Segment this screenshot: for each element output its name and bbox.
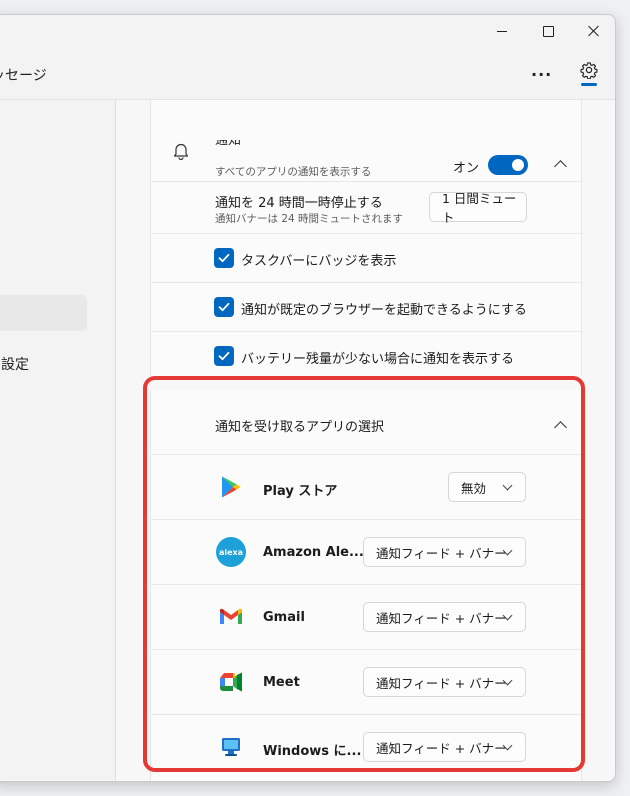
windows-link-setting-dropdown[interactable]: 通知フィード + バナー <box>363 732 526 762</box>
app-name: Windows に... <box>263 744 362 759</box>
play-store-icon <box>215 471 247 503</box>
dropdown-value: 通知フィード + バナー <box>376 675 507 691</box>
checkbox-row: タスクバーにバッジを表示 <box>151 234 581 283</box>
settings-button[interactable] <box>575 61 603 97</box>
left-nav-selected-item[interactable] <box>0 295 87 331</box>
dropdown-value: 通知フィード + バナー <box>376 545 507 561</box>
app-selection-header[interactable]: 通知を受け取るアプリの選択 <box>151 390 581 455</box>
app-row-gmail: Gmail 通知フィード + バナー <box>151 585 581 650</box>
title-bar <box>0 15 615 47</box>
app-name: Gmail <box>263 610 305 625</box>
low-battery-checkbox[interactable] <box>214 346 234 366</box>
left-nav-item-label[interactable]: 設定 <box>1 354 29 374</box>
checkbox-row: 通知が既定のブラウザーを起動できるようにする <box>151 283 581 332</box>
checkmark-icon <box>218 351 230 361</box>
app-row-amazon-alexa: alexa Amazon Ale... 通知フィード + バナー <box>151 520 581 585</box>
meet-setting-dropdown[interactable]: 通知フィード + バナー <box>363 667 526 697</box>
left-nav-pane: 設定 <box>0 100 116 781</box>
notifications-row[interactable]: 通知 すべてのアプリの通知を表示する オン <box>151 100 581 182</box>
notifications-toggle-label: オン <box>453 161 480 176</box>
app-row-play-store: Play ストア 無効 <box>151 455 581 520</box>
checkmark-icon <box>218 302 230 312</box>
active-tab-indicator <box>581 83 597 86</box>
app-row-meet: Meet 通知フィード + バナー <box>151 650 581 715</box>
header-bar: ッセージ ··· <box>0 47 615 99</box>
toggle-group: オン <box>151 155 581 177</box>
taskbar-badge-label: タスクバーにバッジを表示 <box>241 254 397 269</box>
close-button[interactable] <box>571 15 615 47</box>
notifications-card: 通知 すべてのアプリの通知を表示する オン 通知を 24 時間一時停止する 通知… <box>150 100 582 380</box>
checkbox-row: バッテリー残量が少ない場合に通知を表示する <box>151 332 581 380</box>
app-name: Meet <box>263 675 300 690</box>
chevron-up-icon[interactable] <box>554 421 567 434</box>
more-options-button[interactable]: ··· <box>531 65 552 84</box>
chevron-down-icon <box>502 480 513 491</box>
dropdown-value: 通知フィード + バナー <box>376 610 507 626</box>
pause-subtitle: 通知バナーは 24 時間ミュートされます <box>215 213 404 225</box>
app-row-windows-link: Windows に... 通知フィード + バナー <box>151 715 581 779</box>
gmail-setting-dropdown[interactable]: 通知フィード + バナー <box>363 602 526 632</box>
pause-notifications-row: 通知を 24 時間一時停止する 通知バナーは 24 時間ミュートされます 1 日… <box>151 182 581 234</box>
alexa-icon-text: alexa <box>216 537 246 567</box>
taskbar-badge-checkbox[interactable] <box>214 248 234 268</box>
notifications-title: 通知 <box>215 140 242 148</box>
dropdown-value: 通知フィード + バナー <box>376 740 507 756</box>
app-name: Play ストア <box>263 484 338 499</box>
checkmark-icon <box>218 253 230 263</box>
minimize-button[interactable] <box>479 15 525 47</box>
play-store-setting-dropdown[interactable]: 無効 <box>448 472 526 502</box>
alexa-setting-dropdown[interactable]: 通知フィード + バナー <box>363 537 526 567</box>
gear-icon <box>580 62 598 79</box>
browser-launch-checkbox[interactable] <box>214 297 234 317</box>
maximize-button[interactable] <box>525 15 571 47</box>
notifications-toggle[interactable] <box>488 155 528 175</box>
browser-launch-label: 通知が既定のブラウザーを起動できるようにする <box>241 303 527 318</box>
mute-one-day-button[interactable]: 1 日間ミュート <box>429 191 527 225</box>
maximize-icon <box>542 25 554 37</box>
gmail-icon <box>215 601 247 633</box>
app-selection-card: 通知を受け取るアプリの選択 Play ストア 無効 alexa Amazon A… <box>150 390 582 781</box>
windows-link-icon <box>215 731 247 763</box>
minimize-icon <box>497 30 507 32</box>
app-name: Amazon Ale... <box>263 545 364 560</box>
settings-pane: 通知 すべてのアプリの通知を表示する オン 通知を 24 時間一時停止する 通知… <box>116 100 615 781</box>
meet-icon <box>215 666 247 698</box>
low-battery-label: バッテリー残量が少ない場合に通知を表示する <box>241 352 515 367</box>
alexa-icon: alexa <box>215 536 247 568</box>
messages-tab[interactable]: ッセージ <box>0 65 47 85</box>
app-window: ッセージ ··· 設定 通知 すべてのアプリの通知を表示する <box>0 14 616 782</box>
pause-title: 通知を 24 時間一時停止する <box>215 196 383 211</box>
app-selection-title: 通知を受け取るアプリの選択 <box>215 420 385 435</box>
close-icon <box>588 25 600 37</box>
dropdown-value: 無効 <box>461 480 487 496</box>
